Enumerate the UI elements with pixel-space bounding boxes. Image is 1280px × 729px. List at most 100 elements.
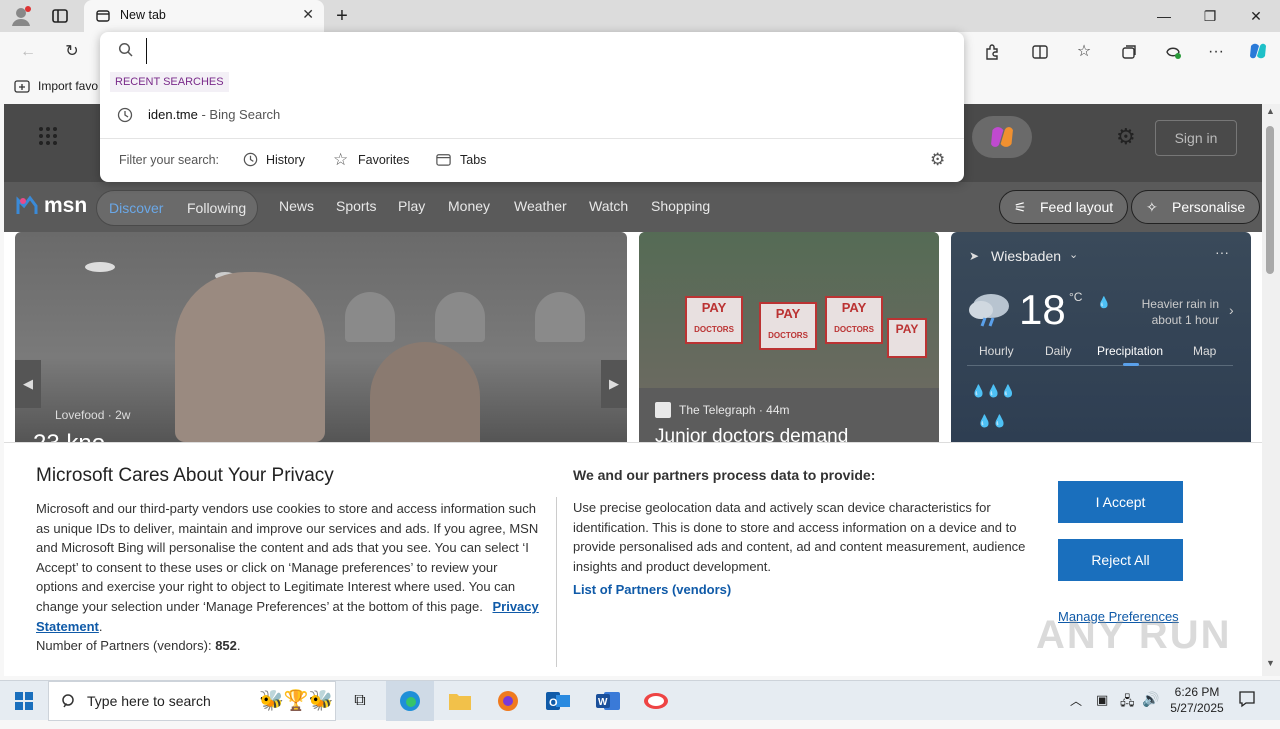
- heat-lamp: [535, 292, 585, 342]
- nav-shopping[interactable]: Shopping: [651, 198, 710, 214]
- svg-text:W: W: [598, 697, 608, 708]
- weather-card[interactable]: ➤ Wiesbaden ⌄ ··· 18 °C 💧 Heavier rain i…: [951, 232, 1251, 442]
- recent-search-item[interactable]: iden.tme - Bing Search: [148, 107, 280, 122]
- nav-money[interactable]: Money: [448, 198, 490, 214]
- privacy-title: Microsoft Cares About Your Privacy: [36, 465, 334, 486]
- tray-chevron-up-icon[interactable]: ︿: [1070, 692, 1082, 709]
- location-chevron-down-icon[interactable]: ⌄: [1069, 248, 1078, 261]
- personalise-button[interactable]: ✧ Personalise: [1131, 190, 1261, 224]
- weather-tab-precipitation[interactable]: Precipitation: [1097, 344, 1163, 358]
- nav-sports[interactable]: Sports: [336, 198, 376, 214]
- firefox-icon[interactable]: [484, 681, 532, 721]
- main-story-card[interactable]: ◀ ▶ Lovefood · 2w 23 kno...: [15, 232, 627, 442]
- copilot-icon[interactable]: [1246, 40, 1270, 64]
- scroll-down-arrow-icon[interactable]: ▼: [1266, 658, 1275, 668]
- extensions-icon[interactable]: [980, 40, 1004, 64]
- volume-icon[interactable]: 🔊: [1142, 691, 1159, 708]
- split-screen-icon[interactable]: [1028, 40, 1052, 64]
- weather-tab-hourly[interactable]: Hourly: [979, 344, 1014, 358]
- tab-discover[interactable]: Discover: [109, 200, 163, 216]
- network-icon[interactable]: 🖧: [1120, 692, 1135, 714]
- telegraph-logo-icon: [655, 402, 671, 418]
- nav-pill-group: Discover Following: [96, 190, 258, 226]
- import-favorites-link[interactable]: Import favo: [38, 79, 98, 93]
- restore-button[interactable]: ❐: [1187, 4, 1233, 28]
- precipitation-drops-icon: 💧💧💧: [971, 384, 1016, 398]
- search-settings-gear-icon[interactable]: ⚙: [930, 150, 945, 170]
- copilot-page-button[interactable]: [972, 116, 1032, 158]
- news-headline[interactable]: Junior doctors demand: [655, 426, 848, 442]
- clock-date: 5/27/2025: [1170, 701, 1224, 715]
- privacy-divider: [556, 497, 557, 667]
- task-view-icon[interactable]: ⧉: [336, 681, 384, 721]
- windows-taskbar: Type here to search 🐝🏆🐝 ⧉ O W ︿ ▣ 🖧 🔊 6:…: [0, 680, 1280, 721]
- sign-in-button[interactable]: Sign in: [1155, 120, 1237, 156]
- sign-text: PAY: [775, 306, 801, 321]
- taskbar-search-box[interactable]: Type here to search 🐝🏆🐝: [48, 681, 336, 721]
- personalise-label: Personalise: [1172, 199, 1246, 215]
- app-launcher-icon[interactable]: [38, 126, 58, 149]
- sign-text: DOCTORS: [694, 325, 734, 334]
- news-card-telegraph[interactable]: PAY DOCTORS PAY DOCTORS PAY DOCTORS PAY The…: [639, 232, 939, 442]
- favorites-icon[interactable]: ☆: [1072, 40, 1096, 64]
- new-tab-button[interactable]: +: [330, 4, 354, 28]
- scroll-up-arrow-icon[interactable]: ▲: [1266, 106, 1275, 116]
- privacy-body-block: Microsoft and our third-party vendors us…: [36, 501, 539, 654]
- pay-doctors-sign: PAY DOCTORS: [685, 296, 743, 344]
- security-app-icon[interactable]: [632, 681, 680, 721]
- settings-gear-icon[interactable]: ⚙: [1116, 126, 1136, 148]
- partners-label: Number of Partners (vendors):: [36, 638, 216, 654]
- word-icon[interactable]: W: [584, 681, 632, 721]
- carousel-prev-button[interactable]: ◀: [15, 360, 41, 408]
- pay-doctors-sign: PAY DOCTORS: [759, 302, 817, 350]
- reject-all-button[interactable]: Reject All: [1058, 539, 1183, 581]
- taskbar-search-icon: [61, 693, 77, 712]
- weather-tab-map[interactable]: Map: [1193, 344, 1216, 358]
- accept-button[interactable]: I Accept: [1058, 481, 1183, 523]
- back-icon[interactable]: ←: [16, 40, 40, 64]
- more-options-icon[interactable]: ···: [1204, 40, 1228, 64]
- carousel-next-button[interactable]: ▶: [601, 360, 627, 408]
- story-headline[interactable]: 23 kno...: [33, 430, 125, 442]
- list-of-partners-link[interactable]: List of Partners (vendors): [573, 582, 731, 597]
- minimize-button[interactable]: —: [1141, 4, 1187, 28]
- nav-play[interactable]: Play: [398, 198, 425, 214]
- rain-cloud-icon: [967, 288, 1013, 331]
- weather-summary: Heavier rain in about 1 hour: [1141, 297, 1219, 327]
- nav-news[interactable]: News: [279, 198, 314, 214]
- history-icon: [242, 151, 259, 171]
- tab-following[interactable]: Following: [187, 200, 246, 216]
- msn-logo-text: msn: [44, 194, 88, 217]
- feed-layout-button[interactable]: ⚟ Feed layout: [999, 190, 1129, 224]
- heat-lamp: [435, 292, 485, 342]
- import-icon: [14, 79, 30, 98]
- file-explorer-icon[interactable]: [436, 681, 484, 721]
- edge-app-icon[interactable]: [386, 681, 434, 721]
- notifications-icon[interactable]: [1238, 690, 1256, 711]
- nav-weather[interactable]: Weather: [514, 198, 567, 214]
- scroll-thumb[interactable]: [1266, 126, 1274, 274]
- collections-icon[interactable]: [1117, 40, 1141, 64]
- weather-next-icon[interactable]: ›: [1229, 302, 1234, 318]
- search-highlight-icon: 🐝🏆🐝: [259, 690, 334, 712]
- weather-more-icon[interactable]: ···: [1215, 244, 1229, 260]
- start-button[interactable]: [0, 681, 48, 721]
- profile-avatar[interactable]: [10, 5, 32, 27]
- tab-actions-icon[interactable]: [50, 6, 72, 26]
- weather-tab-daily[interactable]: Daily: [1045, 344, 1072, 358]
- address-bar-input[interactable]: [146, 38, 936, 64]
- refresh-icon[interactable]: ↻: [60, 40, 84, 64]
- msn-logo[interactable]: [16, 194, 42, 221]
- weather-location[interactable]: Wiesbaden: [991, 248, 1061, 264]
- tray-device-icon[interactable]: ▣: [1096, 692, 1108, 708]
- search-icon: [118, 42, 134, 61]
- page-scrollbar[interactable]: ▲ ▼: [1262, 104, 1280, 676]
- browser-essentials-icon[interactable]: [1161, 40, 1185, 64]
- clock[interactable]: 6:26 PM 5/27/2025: [1166, 684, 1228, 716]
- anyrun-watermark: ANY RUN: [1036, 613, 1232, 657]
- tab-new-tab[interactable]: New tab ✕: [84, 0, 324, 32]
- tab-close-icon[interactable]: ✕: [302, 6, 314, 23]
- close-window-button[interactable]: ✕: [1233, 4, 1279, 28]
- outlook-icon[interactable]: O: [534, 681, 582, 721]
- nav-watch[interactable]: Watch: [589, 198, 628, 214]
